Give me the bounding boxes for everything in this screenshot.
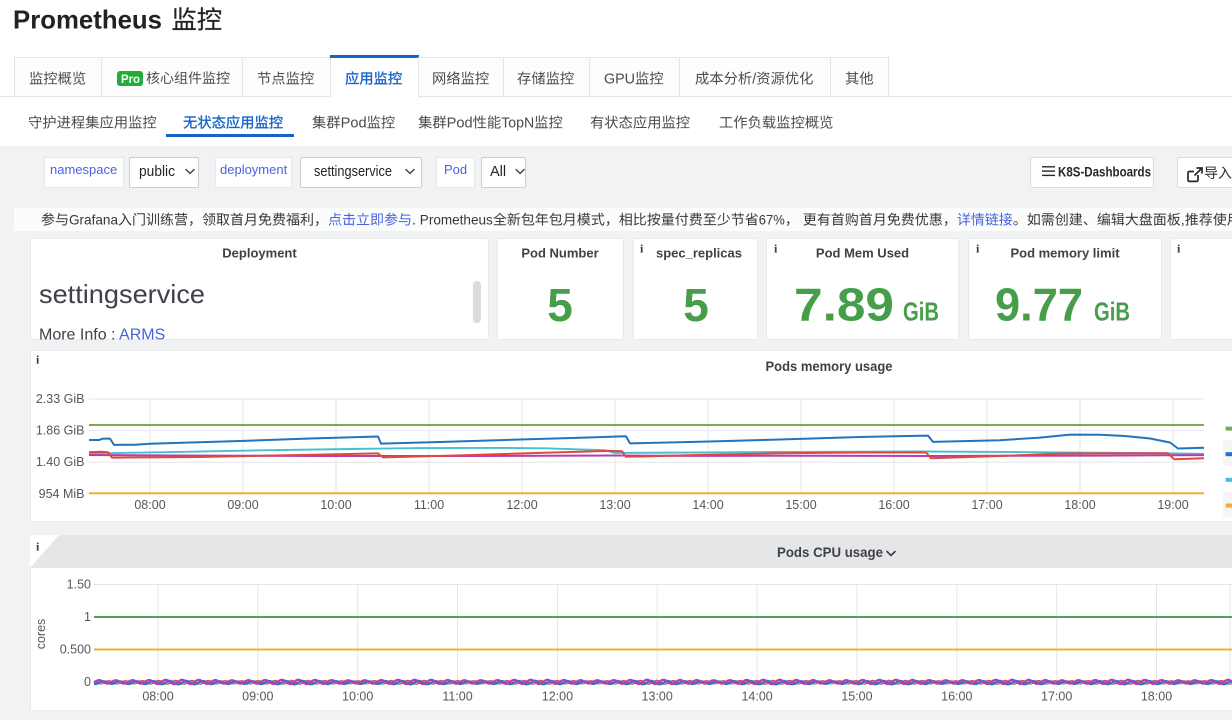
svg-text:Grafana: Grafana xyxy=(69,212,118,228)
svg-text:Pods memory usage: Pods memory usage xyxy=(766,358,893,374)
svg-text:5: 5 xyxy=(547,279,573,331)
svg-text:More Info : ARMS: More Info : ARMS xyxy=(39,327,165,341)
svg-text:spec_replicas: spec_replicas xyxy=(655,246,741,261)
svg-text:1.50: 1.50 xyxy=(67,578,91,592)
svg-text:10:00: 10:00 xyxy=(320,498,351,512)
svg-text:08:00: 08:00 xyxy=(142,690,173,704)
svg-text:9.77: 9.77 xyxy=(995,278,1083,330)
svg-text:16:00: 16:00 xyxy=(878,498,909,512)
svg-text:namespace: namespace xyxy=(50,162,117,177)
svg-text:Pod: Pod xyxy=(447,115,473,131)
svg-text:14:00: 14:00 xyxy=(741,690,772,704)
svg-text:1.86 GiB: 1.86 GiB xyxy=(36,424,85,438)
svg-text:0.500: 0.500 xyxy=(60,643,91,657)
svg-text:Prometheus: Prometheus xyxy=(420,212,493,228)
svg-text:09:00: 09:00 xyxy=(242,690,273,704)
svg-text:18:00: 18:00 xyxy=(1141,690,1172,704)
svg-text:0: 0 xyxy=(84,675,91,689)
svg-text:1.40 GiB: 1.40 GiB xyxy=(36,455,85,469)
svg-text:09:00: 09:00 xyxy=(227,498,258,512)
svg-text:12:00: 12:00 xyxy=(542,690,573,704)
svg-text:19:00: 19:00 xyxy=(1157,498,1188,512)
svg-text:Pod Mem Used: Pod Mem Used xyxy=(816,246,909,261)
svg-text:10:00: 10:00 xyxy=(342,690,373,704)
svg-text:17:00: 17:00 xyxy=(1041,690,1072,704)
svg-text:,: , xyxy=(1181,212,1185,228)
svg-text:13:00: 13:00 xyxy=(599,498,630,512)
svg-text:All: All xyxy=(490,164,506,180)
svg-text:Pod: Pod xyxy=(341,115,367,131)
svg-text:13:00: 13:00 xyxy=(642,690,673,704)
svg-text:15:00: 15:00 xyxy=(841,690,872,704)
svg-text:Deployment: Deployment xyxy=(222,246,297,261)
svg-text:TopN: TopN xyxy=(501,115,534,131)
svg-text:11:00: 11:00 xyxy=(414,498,444,512)
svg-text:cores: cores xyxy=(34,619,48,650)
svg-text:954 MiB: 954 MiB xyxy=(39,487,85,501)
svg-text:deployment: deployment xyxy=(220,162,288,177)
svg-text:public: public xyxy=(139,164,175,180)
svg-text:17:00: 17:00 xyxy=(971,498,1002,512)
svg-text:GPU: GPU xyxy=(604,72,635,88)
svg-text:Pods CPU usage: Pods CPU usage xyxy=(777,544,883,560)
svg-text:14:00: 14:00 xyxy=(692,498,723,512)
svg-text:i: i xyxy=(774,242,778,256)
svg-text:2.33 GiB: 2.33 GiB xyxy=(36,392,85,406)
svg-text:1: 1 xyxy=(84,610,91,624)
svg-text:/: / xyxy=(752,72,756,88)
svg-text:K8S-Dashboards: K8S-Dashboards xyxy=(1058,165,1151,180)
svg-text:i: i xyxy=(36,352,40,366)
svg-text:i: i xyxy=(640,242,644,256)
svg-text:18:00: 18:00 xyxy=(1064,498,1095,512)
svg-text:Pro: Pro xyxy=(121,74,140,86)
svg-text:15:00: 15:00 xyxy=(785,498,816,512)
svg-text:i: i xyxy=(976,242,980,256)
svg-text:i: i xyxy=(1177,242,1181,256)
svg-text:settingservice: settingservice xyxy=(39,279,205,309)
svg-text:.: . xyxy=(412,212,416,228)
svg-text:11:00: 11:00 xyxy=(442,690,472,704)
svg-text:Pod Number: Pod Number xyxy=(521,246,598,261)
svg-text:Prometheus: Prometheus xyxy=(13,5,162,35)
svg-text:67%: 67% xyxy=(759,212,785,228)
svg-text:settingservice: settingservice xyxy=(314,164,392,180)
svg-text:16:00: 16:00 xyxy=(941,690,972,704)
svg-text:7.89: 7.89 xyxy=(794,279,894,331)
svg-text:08:00: 08:00 xyxy=(134,498,165,512)
svg-text:5: 5 xyxy=(683,279,709,331)
svg-text:Pod: Pod xyxy=(444,162,467,177)
svg-text:Pod memory limit: Pod memory limit xyxy=(1010,246,1120,261)
svg-text:GiB: GiB xyxy=(1094,296,1130,326)
svg-text:GiB: GiB xyxy=(903,297,939,327)
svg-text:12:00: 12:00 xyxy=(506,498,537,512)
